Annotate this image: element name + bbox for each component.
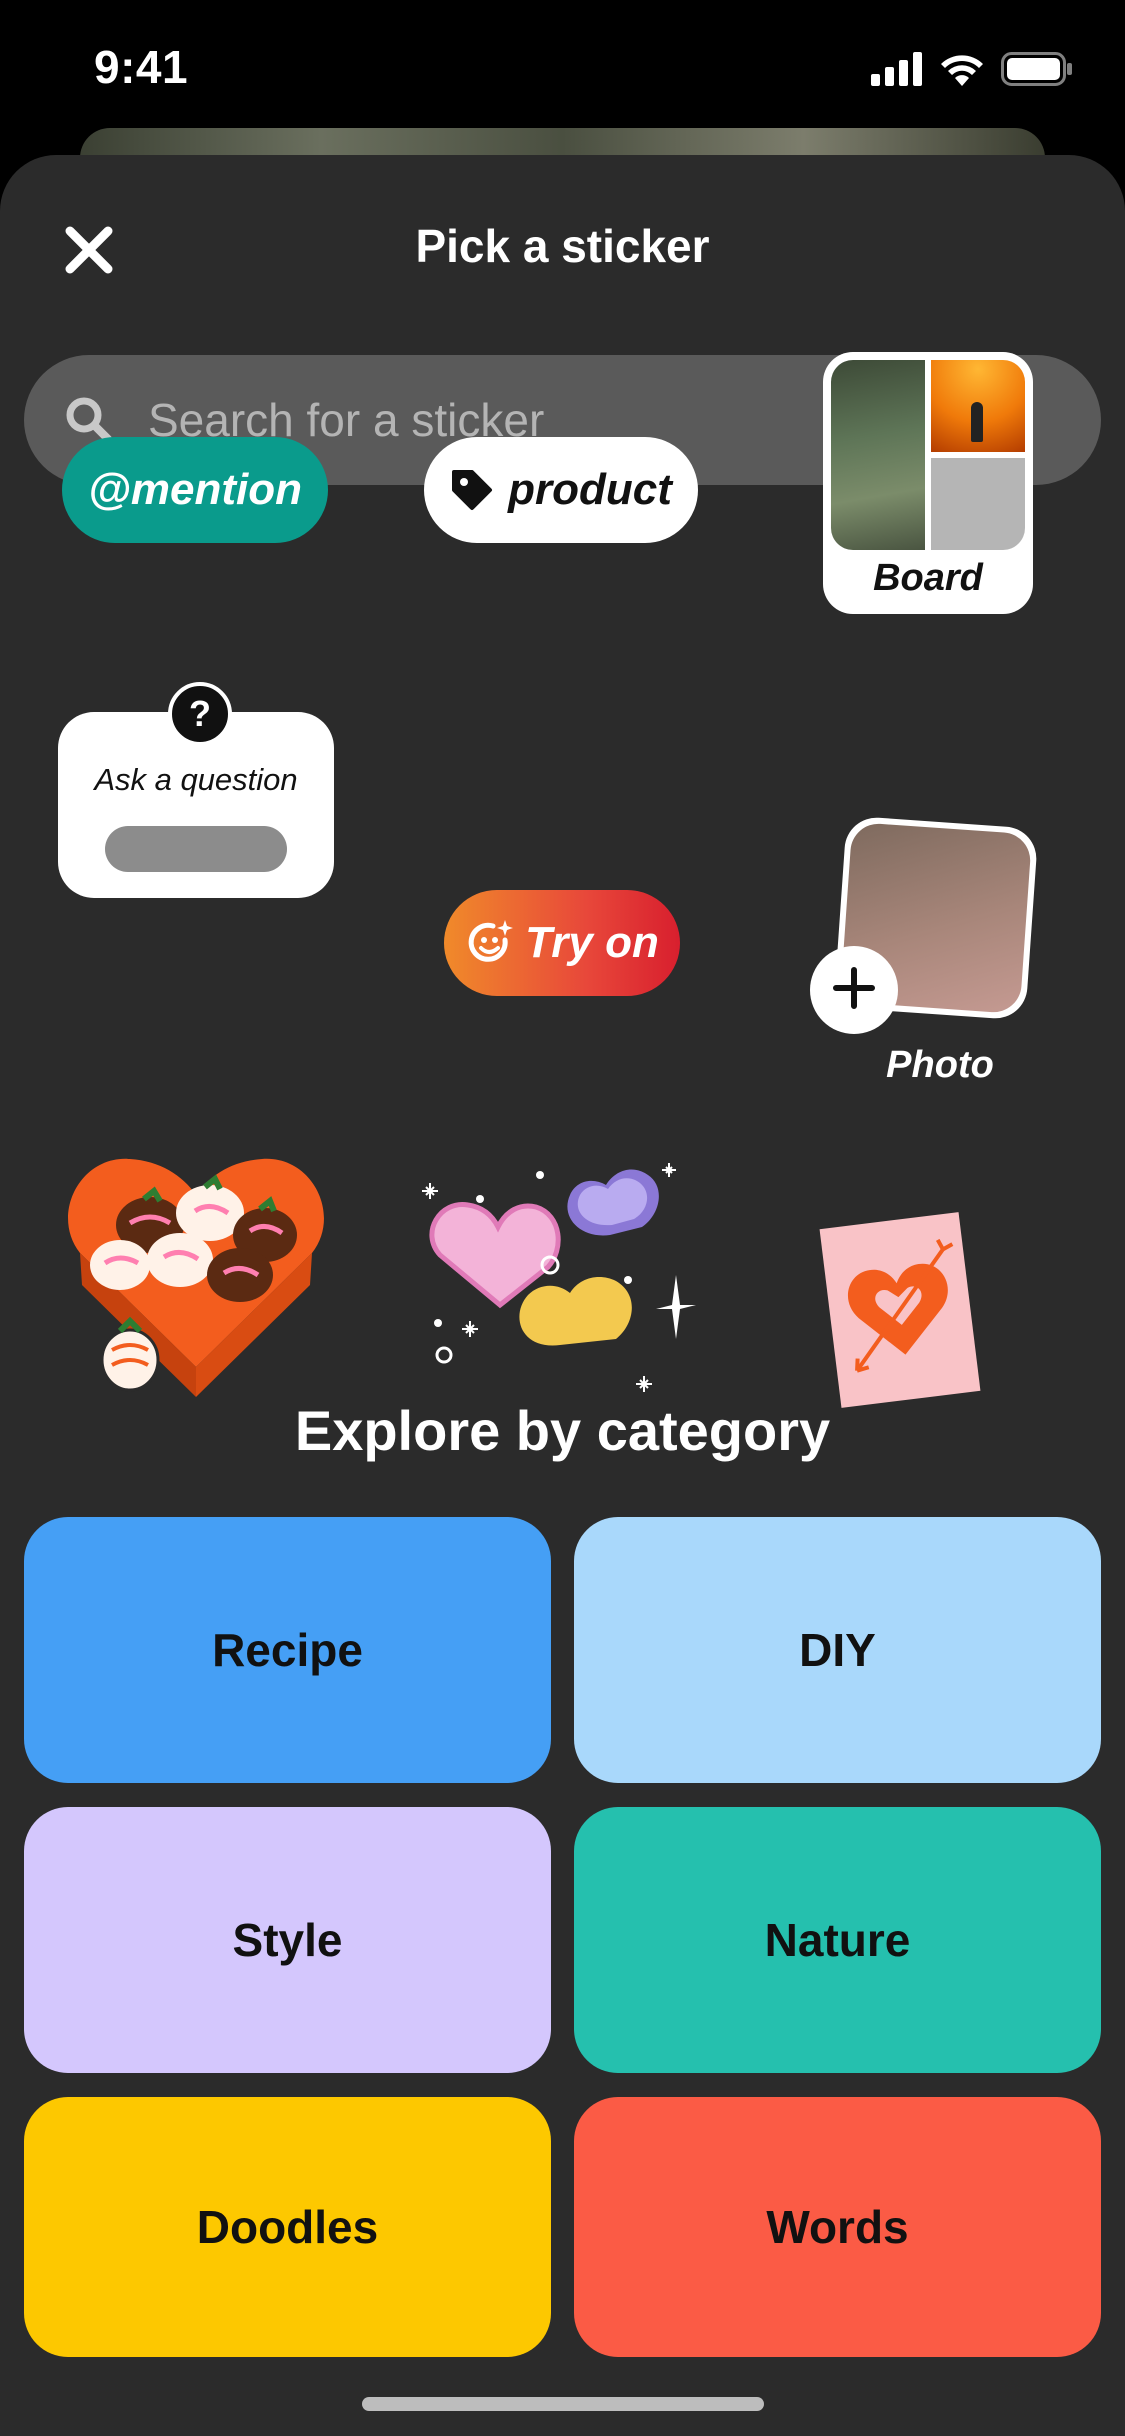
category-label: Style: [232, 1914, 343, 1966]
category-label: Recipe: [212, 1624, 363, 1676]
category-doodles[interactable]: Doodles: [24, 2097, 551, 2357]
mention-sticker[interactable]: @mention: [62, 437, 328, 543]
heart-arrow-card-icon: [819, 1212, 981, 1408]
status-icons: [871, 52, 1073, 91]
add-photo-button[interactable]: [810, 946, 898, 1034]
explore-heading: Explore by category: [294, 1399, 831, 1462]
wifi-icon: [939, 52, 985, 91]
cellular-signal-icon: [871, 52, 923, 91]
heart-box-strawberries-icon: [68, 1158, 324, 1397]
mention-label: @mention: [87, 465, 302, 514]
board-label: Board: [873, 557, 983, 599]
status-time: 9:41: [94, 41, 189, 93]
tag-icon: [450, 468, 494, 512]
board-preview-grid: [831, 360, 1025, 550]
category-label: Words: [766, 2201, 909, 2253]
board-image-figure: [971, 402, 983, 442]
sticker-picker-sheet: Pick a sticker @mention product Boa: [0, 155, 1125, 2436]
try-on-label: Try on: [525, 918, 659, 967]
photo-label: Photo: [886, 1044, 994, 1086]
page-title: Pick a sticker: [415, 220, 710, 272]
status-bar: 9:41: [0, 0, 1125, 140]
category-recipe[interactable]: Recipe: [24, 1517, 551, 1783]
plus-icon: [830, 964, 878, 1017]
battery-icon: [1001, 52, 1073, 91]
product-label: product: [508, 465, 672, 514]
board-image-forest: [831, 360, 925, 550]
category-label: Nature: [764, 1914, 911, 1966]
ask-question-sticker[interactable]: ? Ask a question: [58, 682, 334, 898]
heart-card-sticker[interactable]: [810, 1205, 990, 1415]
board-image-placeholder: [931, 458, 1025, 550]
category-label: DIY: [799, 1624, 876, 1676]
category-nature[interactable]: Nature: [574, 1807, 1101, 2073]
photo-sticker[interactable]: Photo: [810, 815, 1040, 1092]
question-badge: ?: [168, 682, 232, 746]
home-indicator[interactable]: [362, 2397, 764, 2411]
category-label: Doodles: [196, 2201, 379, 2253]
candy-hearts-icon: [422, 1163, 696, 1392]
try-on-sticker[interactable]: Try on: [444, 890, 680, 996]
chocolate-strawberries-sticker[interactable]: [60, 1135, 332, 1397]
category-words[interactable]: Words: [574, 2097, 1101, 2357]
candy-hearts-sticker[interactable]: [420, 1155, 702, 1405]
board-sticker[interactable]: Board: [823, 352, 1033, 614]
answer-placeholder-bar: [105, 826, 287, 872]
face-sparkle-icon: [465, 918, 515, 968]
ask-question-label: Ask a question: [94, 762, 298, 797]
category-style[interactable]: Style: [24, 1807, 551, 2073]
product-sticker[interactable]: product: [424, 437, 698, 543]
category-diy[interactable]: DIY: [574, 1517, 1101, 1783]
